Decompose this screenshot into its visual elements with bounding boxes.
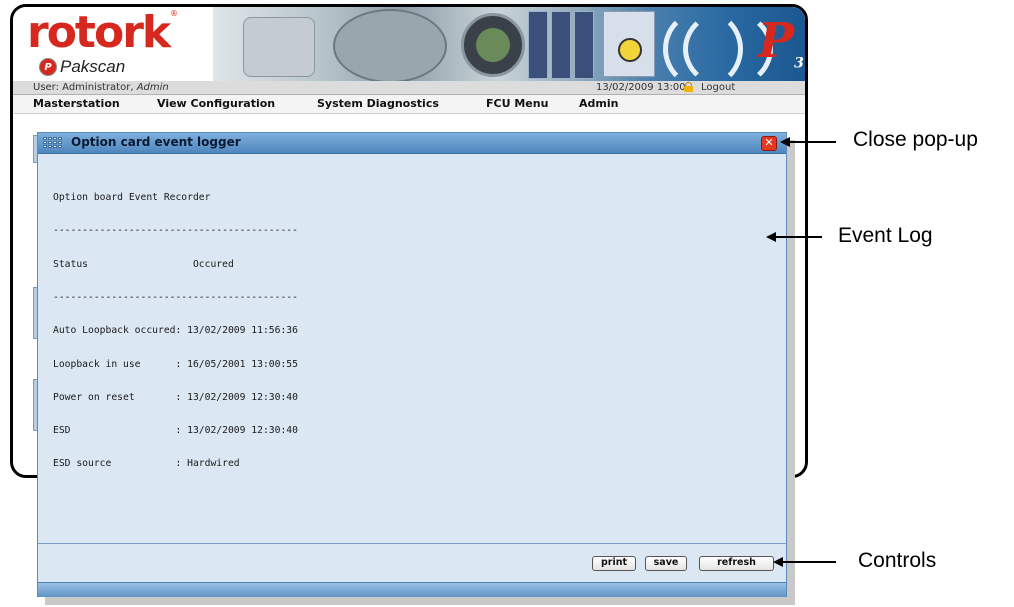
log-line: ESD : 13/02/2009 12:30:40 bbox=[53, 425, 298, 437]
dialog-title: Option card event logger bbox=[71, 135, 241, 149]
log-line: ----------------------------------------… bbox=[53, 225, 298, 237]
log-line: ESD source : Hardwired bbox=[53, 458, 240, 470]
masterstation-image bbox=[603, 11, 655, 77]
registered-mark: ® bbox=[170, 9, 178, 18]
actuator-display-image bbox=[461, 13, 525, 77]
event-log-annotation-line bbox=[775, 236, 822, 238]
log-line: Loopback in use : 16/05/2001 13:00:55 bbox=[53, 358, 298, 370]
menu-item-system-diagnostics[interactable]: System Diagnostics bbox=[317, 97, 439, 110]
log-line: Power on reset : 13/02/2009 12:30:40 bbox=[53, 391, 298, 403]
menu-item-admin[interactable]: Admin bbox=[579, 97, 618, 110]
save-button[interactable]: save bbox=[645, 556, 687, 571]
logout-link[interactable]: Logout bbox=[701, 81, 735, 94]
close-annotation-label: Close pop-up bbox=[853, 128, 978, 151]
main-menu: Masterstation View Configuration System … bbox=[13, 95, 805, 114]
log-line: Status Occured bbox=[53, 258, 234, 270]
log-line: Auto Loopback occured: 13/02/2009 11:56:… bbox=[53, 325, 298, 337]
dialog-footer-divider bbox=[38, 543, 786, 544]
event-logger-dialog: Option card event logger ✕ Option board … bbox=[37, 132, 787, 597]
close-button[interactable]: ✕ bbox=[761, 136, 777, 151]
refresh-button[interactable]: refresh bbox=[699, 556, 774, 571]
product-banner-image: P3 bbox=[213, 7, 805, 81]
pakscan-icon: P bbox=[39, 58, 57, 76]
actuator-image bbox=[243, 17, 315, 77]
option-cards-image bbox=[528, 11, 596, 79]
menu-item-view-configuration[interactable]: View Configuration bbox=[157, 97, 275, 110]
rotork-logo: rotork bbox=[27, 7, 171, 58]
actuator-body-image bbox=[333, 9, 447, 81]
pakscan-logo: P Pakscan bbox=[39, 57, 125, 77]
menu-item-masterstation[interactable]: Masterstation bbox=[33, 97, 120, 110]
print-button[interactable]: print bbox=[592, 556, 636, 571]
dialog-bottom-band bbox=[38, 582, 786, 597]
log-line: Option board Event Recorder bbox=[53, 192, 211, 204]
dialog-title-bar[interactable]: Option card event logger ✕ bbox=[38, 133, 786, 154]
event-log: Option board Event Recorder ------------… bbox=[53, 170, 298, 492]
menu-item-fcu-menu[interactable]: FCU Menu bbox=[486, 97, 548, 110]
controls-annotation-label: Controls bbox=[858, 549, 937, 572]
close-annotation-line bbox=[789, 141, 836, 143]
user-bar: User: Administrator, Admin 13/02/2009 13… bbox=[13, 81, 805, 95]
grid-icon bbox=[43, 137, 65, 150]
header-banner: rotork ® P Pakscan P3 bbox=[13, 7, 805, 81]
pakscan-label: Pakscan bbox=[60, 57, 126, 76]
event-log-annotation-label: Event Log bbox=[838, 224, 933, 247]
p3-badge: P3 bbox=[758, 13, 804, 72]
user-info: User: Administrator, Admin bbox=[33, 82, 169, 93]
current-datetime: 13/02/2009 13:00 bbox=[596, 82, 686, 93]
controls-annotation-line bbox=[782, 561, 836, 563]
lock-icon bbox=[684, 82, 693, 92]
log-line: ----------------------------------------… bbox=[53, 292, 298, 304]
